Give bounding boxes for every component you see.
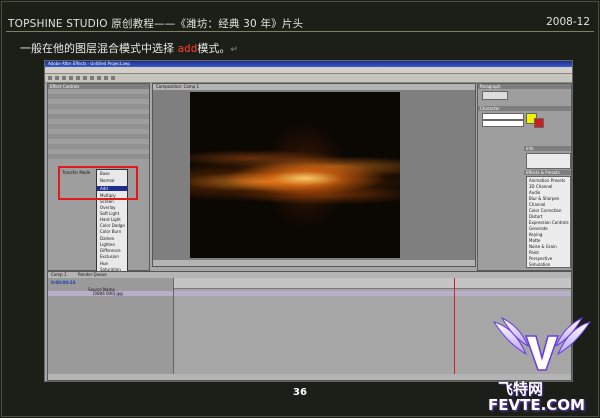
header-divider bbox=[6, 31, 594, 32]
effect-row[interactable] bbox=[48, 124, 149, 129]
blend-mode-item[interactable]: Color Burn bbox=[100, 229, 121, 234]
fevte-watermark-logo: 飞特网 FEVTE.COM bbox=[488, 314, 596, 414]
instruction-after: 模式。 bbox=[197, 42, 231, 55]
character-tab[interactable]: Character bbox=[478, 106, 571, 111]
time-ruler[interactable] bbox=[174, 278, 571, 289]
app-title: Adobe After Effects - Untitled Project.a… bbox=[48, 61, 130, 66]
effects-category-item[interactable]: Audio bbox=[529, 190, 540, 195]
effects-category-item[interactable]: Noise & Grain bbox=[529, 244, 557, 249]
pan-behind-tool-icon[interactable] bbox=[83, 76, 87, 80]
timecode-display[interactable]: 0:00:00:24 bbox=[51, 280, 75, 285]
highlight-red-box bbox=[58, 166, 138, 200]
effects-category-item[interactable]: Color Correction bbox=[529, 208, 561, 213]
instruction-text: 一般在他的图层混合模式中选择 add模式。↵ bbox=[20, 40, 238, 56]
app-toolbar[interactable]: Workspace: Effects bbox=[45, 74, 572, 96]
page-header-title: TOPSHINE STUDIO 原创教程——《潍坊：经典 30 年》片头 bbox=[8, 18, 304, 30]
blend-mode-item[interactable]: Difference bbox=[100, 248, 121, 253]
composition-status-bar[interactable] bbox=[153, 260, 475, 266]
effect-controls-tab-label: Effect Controls bbox=[50, 84, 80, 89]
effects-category-item[interactable]: Perspective bbox=[529, 256, 552, 261]
rotate-tool-icon[interactable] bbox=[69, 76, 73, 80]
align-buttons[interactable] bbox=[482, 91, 508, 100]
blend-mode-item[interactable]: Color Dodge bbox=[100, 223, 125, 228]
effect-controls-panel[interactable]: Effect Controls Transfer Mode Base Norma… bbox=[47, 83, 150, 281]
effect-row[interactable] bbox=[48, 114, 149, 119]
blend-mode-item[interactable]: Soft Light bbox=[100, 211, 119, 216]
effect-row[interactable] bbox=[48, 134, 149, 139]
effects-category-item[interactable]: Blur & Sharpen bbox=[529, 196, 559, 201]
composition-tab-label: Composition: Comp 1 bbox=[156, 84, 200, 89]
zoom-tool-icon[interactable] bbox=[62, 76, 66, 80]
blend-mode-item[interactable]: Overlay bbox=[100, 205, 116, 210]
effects-category-item[interactable]: Channel bbox=[529, 202, 545, 207]
info-tab-label: Info bbox=[526, 146, 534, 151]
info-tab[interactable]: Info bbox=[524, 146, 571, 151]
blend-mode-item[interactable]: Lighten bbox=[100, 242, 115, 247]
app-menubar[interactable] bbox=[45, 67, 572, 74]
effect-controls-tab[interactable]: Effect Controls bbox=[48, 84, 149, 89]
page-header-date: 2008-12 bbox=[546, 16, 590, 28]
character-tab-label: Character bbox=[480, 106, 500, 111]
winged-v-logo-icon bbox=[492, 316, 592, 371]
mask-tool-icon[interactable] bbox=[90, 76, 94, 80]
layer-row[interactable]: [0806 000].jpg bbox=[48, 291, 173, 296]
effects-presets-tab[interactable]: Effects & Presets bbox=[524, 170, 571, 175]
layer-outline[interactable]: 0:00:00:24 Source Name [0806 000].jpg bbox=[48, 278, 174, 374]
blend-mode-item[interactable]: Darken bbox=[100, 236, 114, 241]
effects-list[interactable]: Animation Presets 3D Channel Audio Blur … bbox=[526, 176, 571, 268]
timeline-tab-label[interactable]: Comp 1 bbox=[51, 272, 67, 277]
current-time-indicator[interactable] bbox=[454, 278, 455, 374]
pen-tool-icon[interactable] bbox=[97, 76, 101, 80]
effects-category-item[interactable]: Matte bbox=[529, 238, 541, 243]
effects-presets-tab-label: Effects & Presets bbox=[526, 170, 560, 175]
effect-row[interactable] bbox=[48, 94, 149, 99]
render-queue-tab-label[interactable]: Render Queue bbox=[78, 272, 107, 277]
effect-row[interactable] bbox=[48, 104, 149, 109]
stroke-color-swatch[interactable] bbox=[534, 118, 544, 128]
effect-row[interactable] bbox=[48, 154, 149, 159]
brush-tool-icon[interactable] bbox=[111, 76, 115, 80]
effects-category-item[interactable]: Distort bbox=[529, 214, 543, 219]
effects-category-item[interactable]: Generate bbox=[529, 226, 548, 231]
composition-tab[interactable]: Composition: Comp 1 bbox=[153, 84, 475, 90]
font-style-select[interactable] bbox=[482, 120, 524, 127]
paragraph-tab-label: Paragraph bbox=[480, 84, 501, 89]
layer-name: [0806 000].jpg bbox=[93, 291, 123, 296]
paragraph-mark-icon: ↵ bbox=[230, 45, 238, 55]
composition-viewer-canvas[interactable] bbox=[190, 92, 400, 258]
paragraph-tab[interactable]: Paragraph bbox=[478, 84, 571, 89]
effects-category-item[interactable]: Animation Presets bbox=[529, 178, 565, 183]
instruction-highlight: add bbox=[177, 42, 198, 55]
font-family-select[interactable] bbox=[482, 113, 524, 120]
effects-category-item[interactable]: Expression Controls bbox=[529, 220, 569, 225]
watermark-domain: FEVTE.COM bbox=[488, 396, 585, 414]
selection-tool-icon[interactable] bbox=[48, 76, 52, 80]
effects-category-item[interactable]: Paint bbox=[529, 250, 539, 255]
info-readout bbox=[526, 153, 571, 169]
instruction-before: 一般在他的图层混合模式中选择 bbox=[20, 42, 178, 55]
blend-mode-item[interactable]: Hard Light bbox=[100, 217, 121, 222]
hand-tool-icon[interactable] bbox=[55, 76, 59, 80]
composition-panel[interactable]: Composition: Comp 1 bbox=[152, 83, 476, 267]
camera-tool-icon[interactable] bbox=[76, 76, 80, 80]
layer-duration-bar[interactable] bbox=[174, 291, 571, 296]
text-tool-icon[interactable] bbox=[104, 76, 108, 80]
effects-category-item[interactable]: Keying bbox=[529, 232, 542, 237]
blend-mode-item[interactable]: Exclusion bbox=[100, 254, 119, 259]
blend-mode-item[interactable]: Hue bbox=[100, 261, 108, 266]
effects-category-item[interactable]: Simulation bbox=[529, 262, 550, 267]
effect-row[interactable] bbox=[48, 144, 149, 149]
right-panels[interactable]: Paragraph Character Info Effects & Prese… bbox=[477, 83, 572, 271]
effects-category-item[interactable]: 3D Channel bbox=[529, 184, 552, 189]
